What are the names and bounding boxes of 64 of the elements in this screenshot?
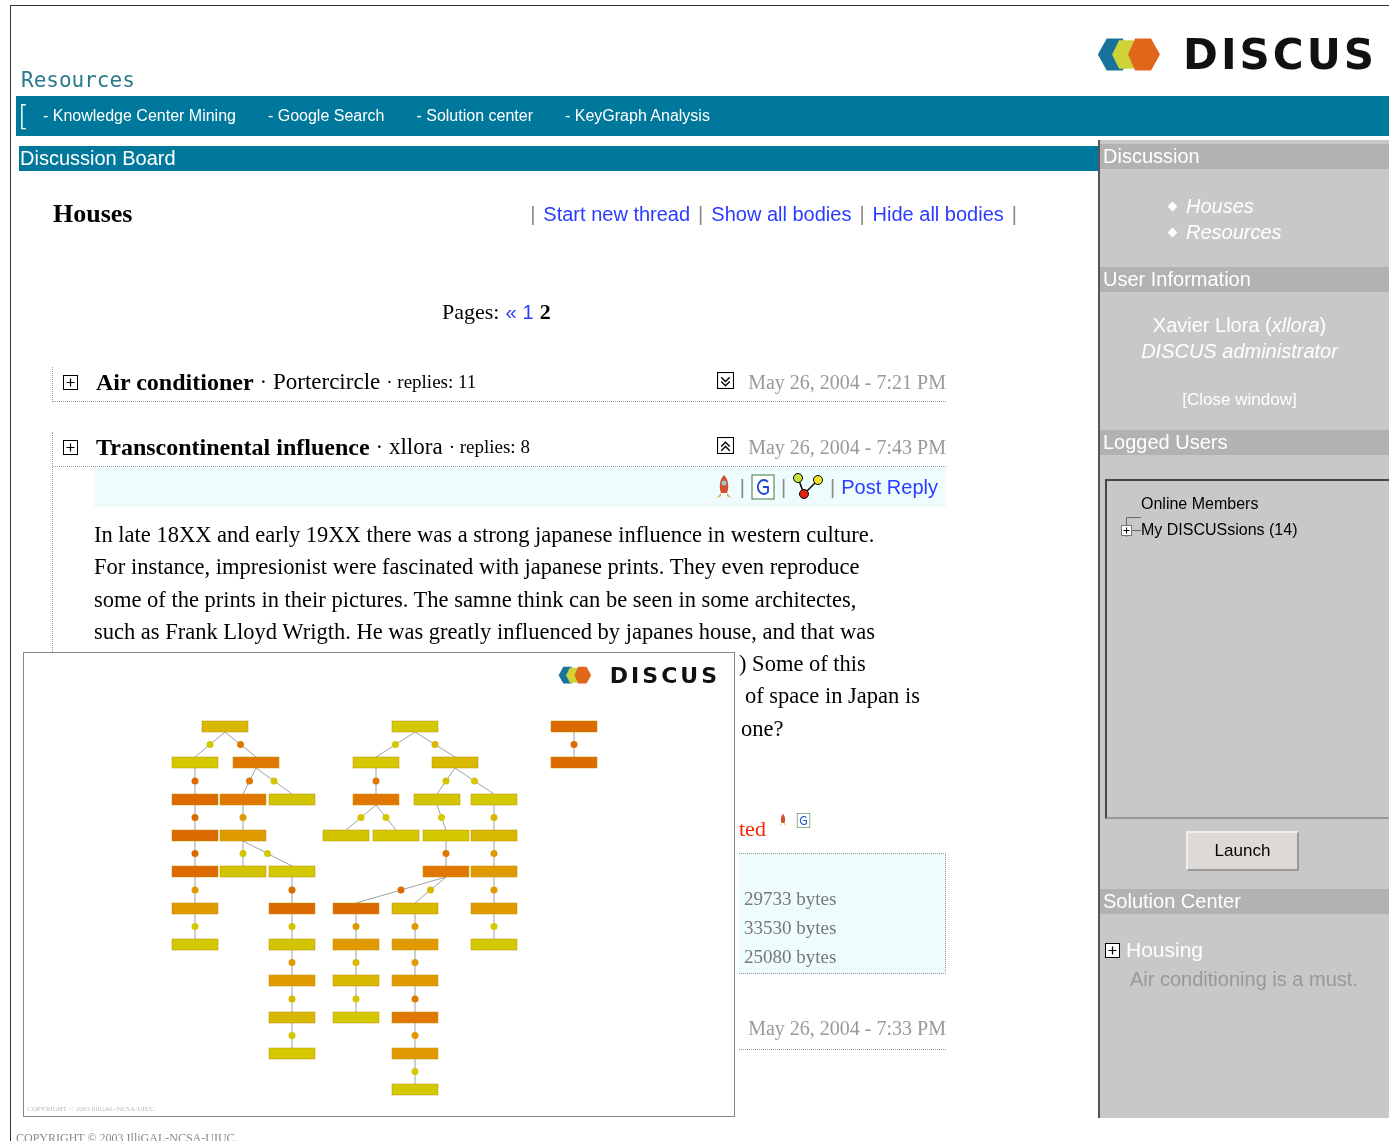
action-link[interactable]: Show all bodies (711, 202, 852, 226)
expand-icon[interactable] (717, 371, 735, 389)
nav-link[interactable]: - Solution center (416, 107, 533, 125)
separator: | (530, 202, 536, 226)
google-icon[interactable] (750, 474, 775, 500)
post-text-line: For instance, impresionist were fascinated with japanese prints. They even reproduce (94, 553, 861, 582)
post-text-line: In late 18XX and early 19XX there was a strong japanese influence in western culture. (94, 521, 876, 549)
logo-text: DISCUS (609, 663, 720, 688)
google-icon[interactable] (795, 813, 811, 829)
bullet-icon (1167, 227, 1178, 237)
forum-title: Houses (53, 199, 133, 229)
sidebar-heading: Solution Center (1100, 889, 1389, 914)
nav-link[interactable]: - Knowledge Center Mining (42, 107, 236, 125)
reply-count: · replies: 11 (386, 371, 477, 393)
tree-item[interactable]: My DISCUSsions (14) (1141, 521, 1298, 539)
launch-button[interactable]: Launch (1186, 831, 1299, 871)
separator: | (1011, 202, 1017, 226)
expand-icon[interactable] (63, 439, 78, 455)
action-link[interactable]: Start new thread (543, 202, 691, 226)
thread-author: · Portercircle (259, 369, 381, 395)
expand-icon[interactable] (1121, 524, 1141, 536)
section-title: Resources (21, 68, 135, 92)
attachment-size: 29733 bytes (744, 887, 838, 912)
reply-title[interactable]: ted (739, 813, 766, 846)
post-text-line: one? (741, 714, 785, 743)
post-text-line: some of the prints in their pictures. The samne think can be seen in some architectes, (94, 585, 858, 614)
bracket-mark: [ (18, 99, 29, 133)
branch-icon[interactable] (792, 472, 825, 502)
reply-count: · replies: 8 (448, 436, 530, 458)
expand-icon[interactable] (1105, 942, 1120, 958)
attachment-size: 33530 bytes (744, 916, 838, 941)
separator: | (739, 475, 745, 499)
sidebar-heading: Logged Users (1100, 430, 1389, 455)
separator: | (698, 202, 704, 226)
post-text-line: of space in Japan is (745, 682, 921, 711)
post-text-line: such as Frank Lloyd Wrigth. He was greatly influenced by japanes house, and that was (94, 617, 876, 646)
page-link[interactable]: 2 (539, 299, 551, 325)
expand-icon[interactable] (63, 374, 78, 390)
separator: | (780, 475, 787, 499)
rocket-icon[interactable] (777, 813, 788, 828)
previous-page-link[interactable]: « (505, 301, 517, 324)
action-link[interactable]: Hide all bodies (872, 202, 1004, 226)
board-title-bar: Discussion Board (19, 146, 1098, 171)
sidebar-heading: User Information (1100, 267, 1389, 292)
nav-link[interactable]: - Google Search (267, 107, 385, 125)
post-text-line: ) Some of this (739, 650, 867, 679)
thread-date: May 26, 2004 - 7:43 PM (748, 435, 946, 459)
sidebar-heading: Discussion (1100, 144, 1389, 169)
nav-link[interactable]: - KeyGraph Analysis (564, 107, 710, 125)
separator: | (830, 475, 836, 499)
thread-title[interactable]: Transcontinental influence (96, 433, 370, 461)
logo-text: DISCUS (1183, 30, 1377, 79)
thread-author: · xllora (375, 434, 443, 460)
attachment-size: 25080 bytes (744, 945, 838, 970)
tree-item[interactable]: Online Members (1141, 495, 1259, 513)
collapse-icon[interactable] (717, 436, 735, 454)
page-link[interactable]: 1 (522, 301, 534, 324)
post-reply-link[interactable]: Post Reply (841, 475, 938, 499)
pages-label: Pages: (442, 299, 500, 325)
bullet-icon (1167, 201, 1178, 211)
separator: | (859, 202, 865, 226)
thread-title[interactable]: Air conditioner (96, 368, 254, 396)
thread-date: May 26, 2004 - 7:21 PM (748, 370, 946, 394)
reply-date: May 26, 2004 - 7:33 PM (739, 1012, 946, 1050)
